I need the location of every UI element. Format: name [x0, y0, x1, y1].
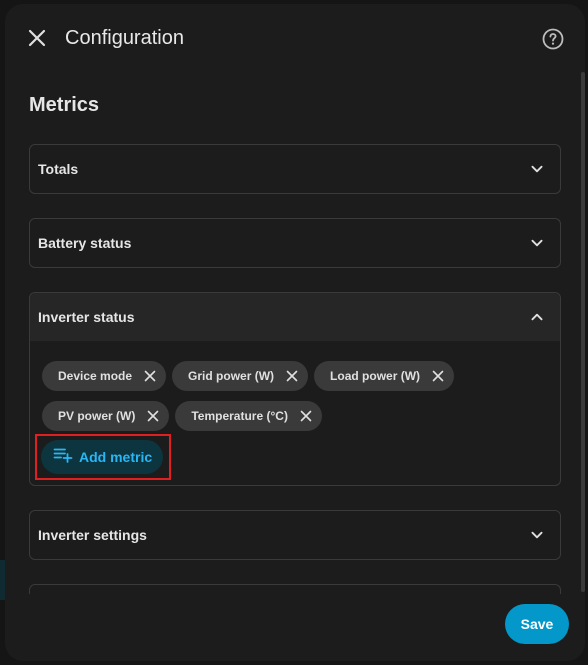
add-metric-button[interactable]: Add metric: [41, 440, 163, 474]
panel-body-inverter-status: Device mode Grid power (W) Load power (W…: [30, 341, 560, 431]
dialog-header: Configuration: [5, 4, 585, 72]
remove-chip-icon[interactable]: [140, 366, 160, 386]
panel-inverter-status: Inverter status Device mode Grid power (…: [29, 292, 561, 486]
metric-chip[interactable]: Grid power (W): [172, 361, 309, 391]
remove-chip-icon[interactable]: [428, 366, 448, 386]
metric-chip[interactable]: Load power (W): [314, 361, 455, 391]
section-title: Metrics: [29, 94, 100, 116]
chevron-down-icon: [526, 158, 548, 180]
dialog-title: Configuration: [65, 27, 184, 49]
configuration-dialog: Configuration Metrics Totals Battery sta…: [5, 4, 585, 661]
panel-next: [29, 584, 561, 594]
panel-header-totals[interactable]: Totals: [30, 145, 560, 193]
playlist-add-icon: [53, 445, 73, 470]
metric-chip[interactable]: PV power (W): [42, 401, 170, 431]
add-metric-label: Add metric: [79, 449, 153, 465]
panel-label: Battery status: [38, 235, 132, 251]
help-circle-icon[interactable]: [541, 27, 565, 51]
metric-chip-list: Device mode Grid power (W) Load power (W…: [42, 361, 522, 431]
save-button[interactable]: Save: [505, 604, 569, 644]
remove-chip-icon[interactable]: [143, 406, 163, 426]
metric-chip[interactable]: Temperature (°C): [175, 401, 322, 431]
remove-chip-icon[interactable]: [296, 406, 316, 426]
chip-label: PV power (W): [58, 409, 136, 423]
chevron-down-icon: [526, 524, 548, 546]
scrollbar[interactable]: [581, 72, 585, 592]
chevron-up-icon: [526, 306, 548, 328]
chip-label: Load power (W): [330, 369, 421, 383]
panel-battery-status: Battery status: [29, 218, 561, 268]
close-icon[interactable]: [25, 26, 49, 50]
remove-chip-icon[interactable]: [282, 366, 302, 386]
dialog-content[interactable]: Metrics Totals Battery status Inverter s…: [5, 72, 585, 594]
panel-label: Totals: [38, 161, 79, 177]
panel-totals: Totals: [29, 144, 561, 194]
panel-header-next[interactable]: [30, 585, 560, 594]
chip-label: Device mode: [58, 369, 133, 383]
panel-inverter-settings: Inverter settings: [29, 510, 561, 560]
panel-header-inverter-settings[interactable]: Inverter settings: [30, 511, 560, 559]
metric-chip[interactable]: Device mode: [42, 361, 167, 391]
panel-label: Inverter status: [38, 309, 135, 325]
chevron-down-icon: [526, 232, 548, 254]
chip-label: Grid power (W): [188, 369, 275, 383]
add-metric-highlight: Add metric: [35, 434, 171, 480]
panel-header-battery-status[interactable]: Battery status: [30, 219, 560, 267]
panel-header-inverter-status[interactable]: Inverter status: [30, 293, 560, 341]
panel-label: Inverter settings: [38, 527, 147, 543]
chip-label: Temperature (°C): [191, 409, 288, 423]
